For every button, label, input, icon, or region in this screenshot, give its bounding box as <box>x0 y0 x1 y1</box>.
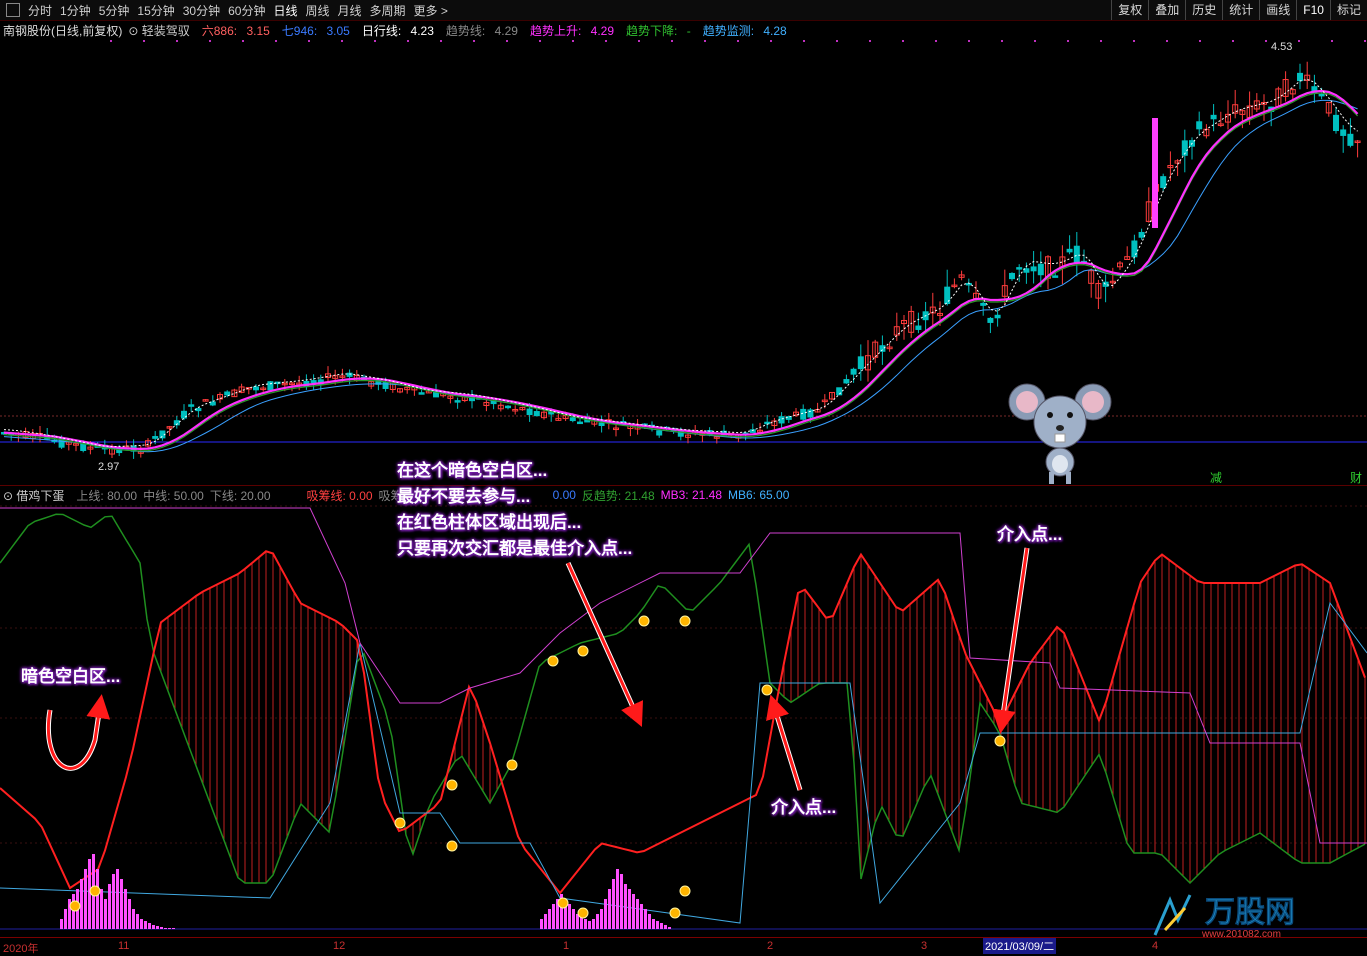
watermark-logo: 万股网 www.201082.com <box>1150 890 1350 940</box>
uturn-arrow-inner <box>47 694 111 770</box>
pointer-arrow-middle-inner <box>566 562 644 727</box>
annotation-overlay <box>46 383 1112 791</box>
mouse-mascot-icon <box>1008 383 1112 484</box>
pointer-arrow-entry2-inner <box>766 694 802 791</box>
pointer-arrow-entry1-inner <box>991 547 1029 734</box>
watermark-url: www.201082.com <box>1201 929 1281 940</box>
watermark-graphic: 万股网 www.201082.com <box>1153 894 1295 940</box>
watermark-brand: 万股网 <box>1205 896 1295 929</box>
